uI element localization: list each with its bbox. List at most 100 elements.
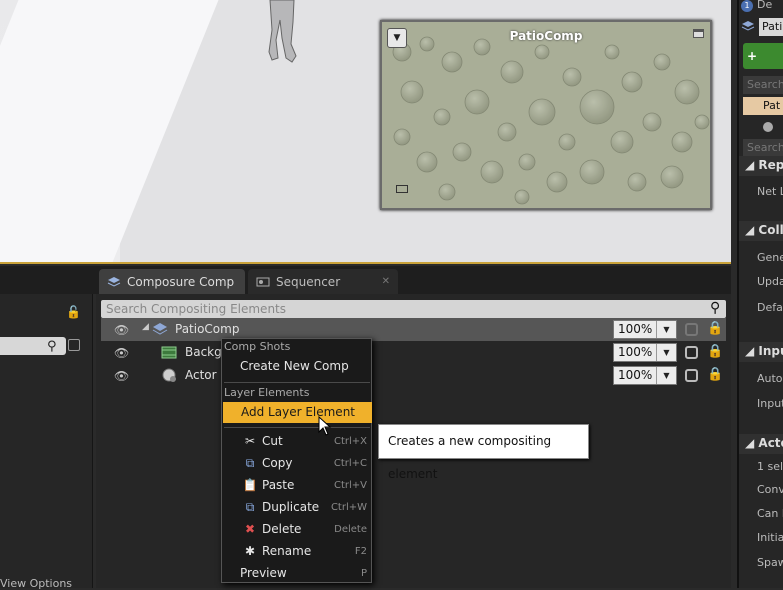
chevron-down-icon[interactable]: ▼ bbox=[656, 344, 676, 361]
lock-icon[interactable]: 🔒 bbox=[707, 321, 723, 336]
actor-name-field[interactable]: Pati bbox=[759, 18, 783, 36]
menu-item-shortcut: Delete bbox=[334, 524, 367, 535]
film-icon bbox=[256, 277, 270, 286]
property-label: Net L bbox=[757, 185, 783, 198]
menu-separator bbox=[224, 382, 370, 383]
menu-item-add-layer-element[interactable]: Add Layer Element bbox=[223, 402, 372, 423]
section-title: Collis bbox=[758, 223, 783, 237]
section-collision[interactable]: ◢ Collis bbox=[745, 223, 783, 237]
add-component-button[interactable]: + Add bbox=[743, 43, 783, 89]
menu-item-preview[interactable]: Preview P bbox=[222, 563, 371, 584]
layers-icon bbox=[152, 323, 168, 335]
menu-item-create-new-comp[interactable]: Create New Comp bbox=[222, 356, 371, 377]
property-label: Conve bbox=[757, 483, 783, 496]
menu-item-shortcut: Ctrl+X bbox=[333, 436, 367, 447]
save-icon[interactable] bbox=[68, 339, 80, 351]
component-icon bbox=[763, 122, 773, 132]
property-label: Initial bbox=[757, 531, 783, 544]
opacity-value: 100% bbox=[618, 322, 653, 336]
layers-icon bbox=[741, 21, 755, 31]
section-input[interactable]: ◢ Input bbox=[745, 344, 783, 358]
opacity-dropdown[interactable]: 100% ▼ bbox=[613, 366, 677, 385]
search-icon[interactable]: ⚲ bbox=[710, 300, 720, 316]
menu-item-copy[interactable]: ⧉ Copy Ctrl+C bbox=[222, 453, 371, 474]
enable-checkbox[interactable] bbox=[685, 346, 698, 359]
opacity-dropdown[interactable]: 100% ▼ bbox=[613, 343, 677, 362]
mannequin-figure bbox=[268, 0, 297, 63]
property-label: Spaw bbox=[757, 556, 783, 569]
tree-row-background[interactable]: 👁 Backg 100% ▼ 🔒 bbox=[101, 341, 726, 364]
tooltip: Creates a new compositing element bbox=[378, 424, 589, 481]
context-menu: Comp Shots Create New Comp Layer Element… bbox=[221, 338, 372, 583]
preview-options-dropdown[interactable]: ▼ bbox=[387, 28, 407, 48]
panel-tab-bar: Composure Comp Sequencer ✕ bbox=[0, 266, 731, 294]
visibility-eye-icon[interactable]: 👁 bbox=[114, 323, 129, 337]
search-icon[interactable]: ⚲ bbox=[47, 339, 57, 354]
section-title: Repli bbox=[758, 158, 783, 172]
visibility-eye-icon[interactable]: 👁 bbox=[114, 369, 129, 383]
preview-title: PatioComp bbox=[509, 29, 583, 43]
menu-section-layer-elements: Layer Elements bbox=[224, 386, 310, 399]
enable-checkbox[interactable] bbox=[685, 369, 698, 382]
menu-item-label: Create New Comp bbox=[240, 359, 349, 373]
enable-checkbox[interactable] bbox=[685, 323, 698, 336]
camera-icon[interactable] bbox=[396, 185, 408, 193]
info-icon: 1 bbox=[741, 0, 753, 12]
menu-item-shortcut: Ctrl+V bbox=[333, 480, 367, 491]
compositing-search-input[interactable]: Search Compositing Elements bbox=[101, 300, 726, 318]
lock-icon[interactable]: 🔓 bbox=[66, 305, 81, 319]
property-label: Can b bbox=[757, 507, 783, 520]
menu-item-label: Rename bbox=[262, 544, 312, 558]
visibility-eye-icon[interactable]: 👁 bbox=[114, 346, 129, 360]
tab-sequencer[interactable]: Sequencer ✕ bbox=[248, 269, 398, 294]
copy-icon: ⧉ bbox=[245, 456, 255, 470]
scissors-icon: ✂ bbox=[244, 434, 256, 448]
expand-arrow-icon[interactable]: ◢ bbox=[142, 322, 149, 332]
level-viewport[interactable]: PatioComp ▼ bbox=[0, 0, 731, 264]
maximize-icon[interactable] bbox=[693, 29, 704, 38]
tree-row-actor[interactable]: 👁 Actor 100% ▼ 🔒 bbox=[101, 364, 726, 387]
chevron-down-icon[interactable]: ▼ bbox=[656, 321, 676, 338]
menu-item-rename[interactable]: ✱ Rename F2 bbox=[222, 541, 371, 562]
close-tab-icon[interactable]: ✕ bbox=[382, 276, 390, 287]
delete-icon: ✖ bbox=[244, 522, 256, 536]
view-options-button[interactable]: View Options bbox=[0, 577, 72, 590]
menu-item-shortcut: Ctrl+C bbox=[333, 458, 367, 469]
opacity-value: 100% bbox=[618, 368, 653, 382]
property-label: Auto bbox=[757, 372, 783, 385]
menu-item-label: Preview bbox=[240, 566, 287, 580]
menu-item-shortcut: P bbox=[360, 568, 367, 579]
menu-item-paste[interactable]: 📋 Paste Ctrl+V bbox=[222, 475, 371, 496]
menu-item-label: Delete bbox=[262, 522, 302, 536]
section-title: Actor bbox=[758, 436, 783, 450]
details-search-input[interactable]: Search bbox=[743, 139, 783, 157]
chevron-down-icon[interactable]: ▼ bbox=[656, 367, 676, 384]
menu-item-duplicate[interactable]: ⧉ Duplicate Ctrl+W bbox=[222, 497, 371, 518]
menu-item-delete[interactable]: ✖ Delete Delete bbox=[222, 519, 371, 540]
tree-row-label: PatioComp bbox=[175, 322, 240, 336]
clipboard-icon: 📋 bbox=[242, 478, 258, 492]
property-label: Gener bbox=[757, 251, 783, 264]
details-header: De bbox=[757, 0, 773, 11]
lock-icon[interactable]: 🔒 bbox=[707, 344, 723, 359]
menu-item-cut[interactable]: ✂ Cut Ctrl+X bbox=[222, 431, 371, 452]
opacity-dropdown[interactable]: 100% ▼ bbox=[613, 320, 677, 339]
tab-sequencer-label: Sequencer bbox=[276, 274, 341, 289]
component-search-input[interactable]: Search bbox=[743, 76, 783, 94]
lock-icon[interactable]: 🔒 bbox=[707, 367, 723, 382]
component-item-selected[interactable]: Pat bbox=[743, 97, 783, 115]
rename-icon: ✱ bbox=[244, 544, 256, 558]
property-label: Updat bbox=[757, 275, 783, 288]
property-label: Input bbox=[757, 397, 783, 410]
tree-row-patiocomp[interactable]: 👁 ◢ PatioComp 100% ▼ 🔒 bbox=[101, 318, 726, 341]
tree-row-label: Actor bbox=[185, 368, 217, 382]
section-actor[interactable]: ◢ Actor bbox=[745, 436, 783, 450]
sphere-icon bbox=[162, 368, 176, 382]
property-label: 1 sele bbox=[757, 460, 783, 473]
comp-preview-window[interactable]: PatioComp ▼ bbox=[380, 20, 712, 210]
section-replication[interactable]: ◢ Repli bbox=[745, 158, 783, 172]
preview-image bbox=[382, 22, 710, 208]
tab-composure[interactable]: Composure Comp bbox=[99, 269, 245, 294]
duplicate-icon: ⧉ bbox=[245, 500, 255, 514]
menu-item-label: Add Layer Element bbox=[241, 405, 355, 419]
